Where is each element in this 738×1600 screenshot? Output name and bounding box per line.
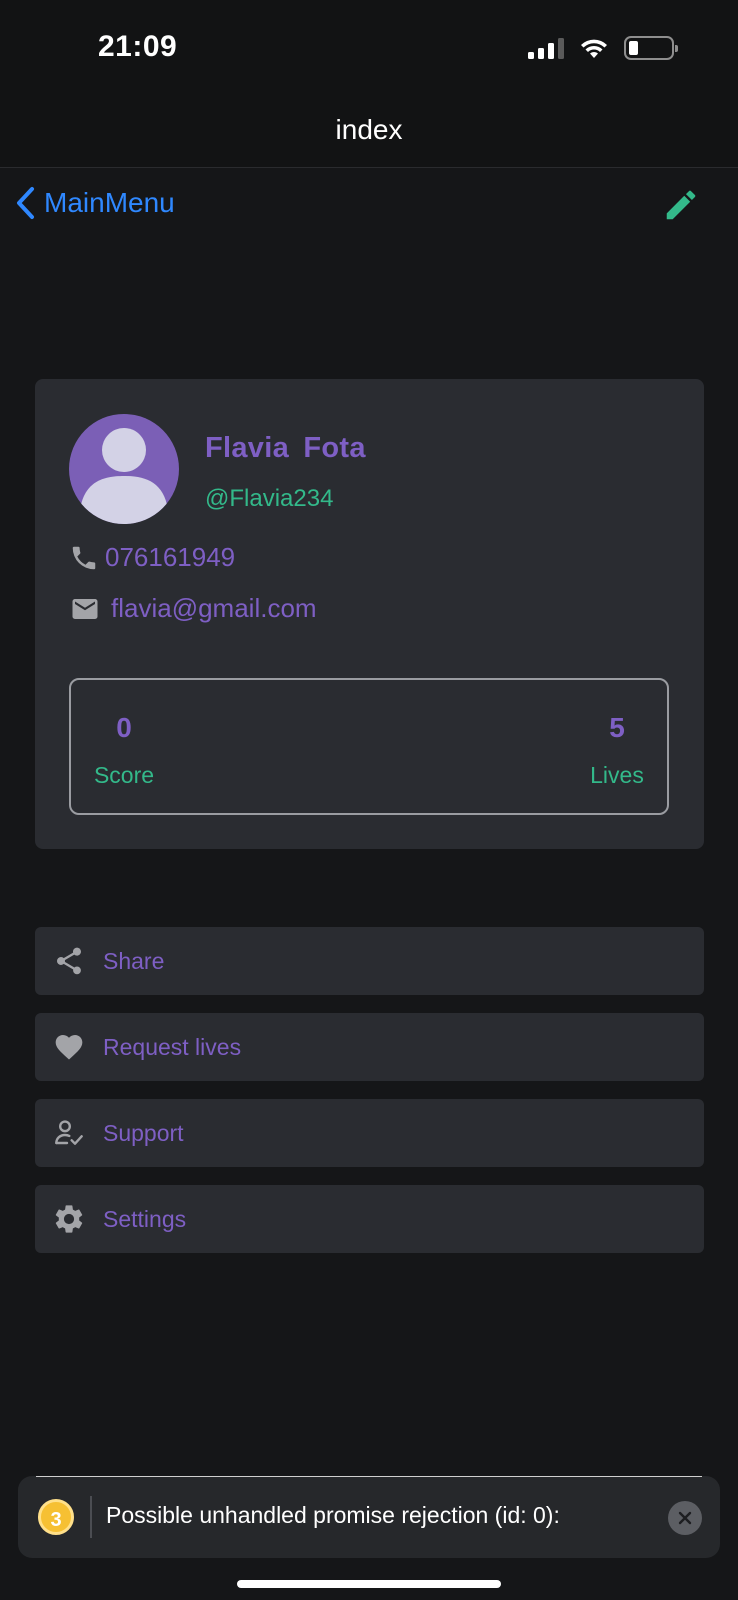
score-stat: 0 Score	[89, 712, 159, 789]
menu-item-request-lives[interactable]: Request lives	[35, 1013, 704, 1081]
back-button[interactable]: MainMenu	[14, 186, 175, 220]
status-icons	[528, 36, 678, 60]
chevron-left-icon	[17, 187, 34, 219]
menu-item-share[interactable]: Share	[35, 927, 704, 995]
warning-toast[interactable]: 3 Possible unhandled promise rejection (…	[18, 1476, 720, 1558]
toast-divider	[90, 1496, 92, 1538]
phone-row: 076161949	[69, 542, 235, 573]
profile-name: Flavia Fota	[205, 432, 366, 465]
home-indicator[interactable]	[237, 1580, 501, 1588]
lives-stat: 5 Lives	[585, 712, 649, 789]
heart-icon	[52, 1030, 86, 1064]
score-label: Score	[93, 762, 155, 788]
menu-label-share: Share	[103, 947, 165, 974]
stats-box: 0 Score 5 Lives	[69, 678, 669, 815]
last-name: Fota	[303, 432, 366, 464]
close-icon	[678, 1511, 692, 1525]
avatar	[69, 414, 179, 524]
page-title: index	[335, 114, 403, 145]
warning-count-badge: 3	[38, 1499, 74, 1535]
support-user-check-icon	[52, 1116, 86, 1150]
battery-icon	[624, 36, 678, 60]
toast-close-button[interactable]	[668, 1501, 702, 1535]
toast-message: Possible unhandled promise rejection (id…	[106, 1502, 560, 1528]
menu-label-support: Support	[103, 1119, 184, 1146]
status-time: 21:09	[98, 30, 178, 63]
profile-card: Flavia Fota @Flavia234 076161949 flavia@…	[35, 379, 704, 849]
phone-number: 076161949	[105, 542, 236, 572]
gear-icon	[52, 1202, 86, 1236]
menu-label-settings: Settings	[103, 1205, 187, 1232]
back-label: MainMenu	[44, 187, 175, 218]
profile-username: @Flavia234	[205, 485, 334, 512]
default-avatar-icon	[79, 428, 169, 524]
email-row: flavia@gmail.com	[69, 593, 317, 624]
edit-button[interactable]	[662, 186, 700, 224]
phone-icon	[72, 546, 96, 569]
nav-bar: index	[0, 100, 738, 168]
email-icon	[72, 598, 98, 619]
pencil-icon	[666, 190, 696, 220]
menu-label-request-lives: Request lives	[103, 1033, 242, 1060]
menu-item-settings[interactable]: Settings	[35, 1185, 704, 1253]
signal-icon	[528, 37, 564, 59]
lives-label: Lives	[590, 762, 644, 788]
wifi-icon	[581, 39, 607, 58]
lives-value: 5	[609, 712, 625, 743]
menu-item-support[interactable]: Support	[35, 1099, 704, 1167]
status-bar: 21:09	[0, 0, 738, 100]
share-icon	[52, 944, 86, 978]
email-address: flavia@gmail.com	[111, 593, 317, 623]
first-name: Flavia	[205, 432, 290, 464]
score-value: 0	[116, 712, 132, 743]
